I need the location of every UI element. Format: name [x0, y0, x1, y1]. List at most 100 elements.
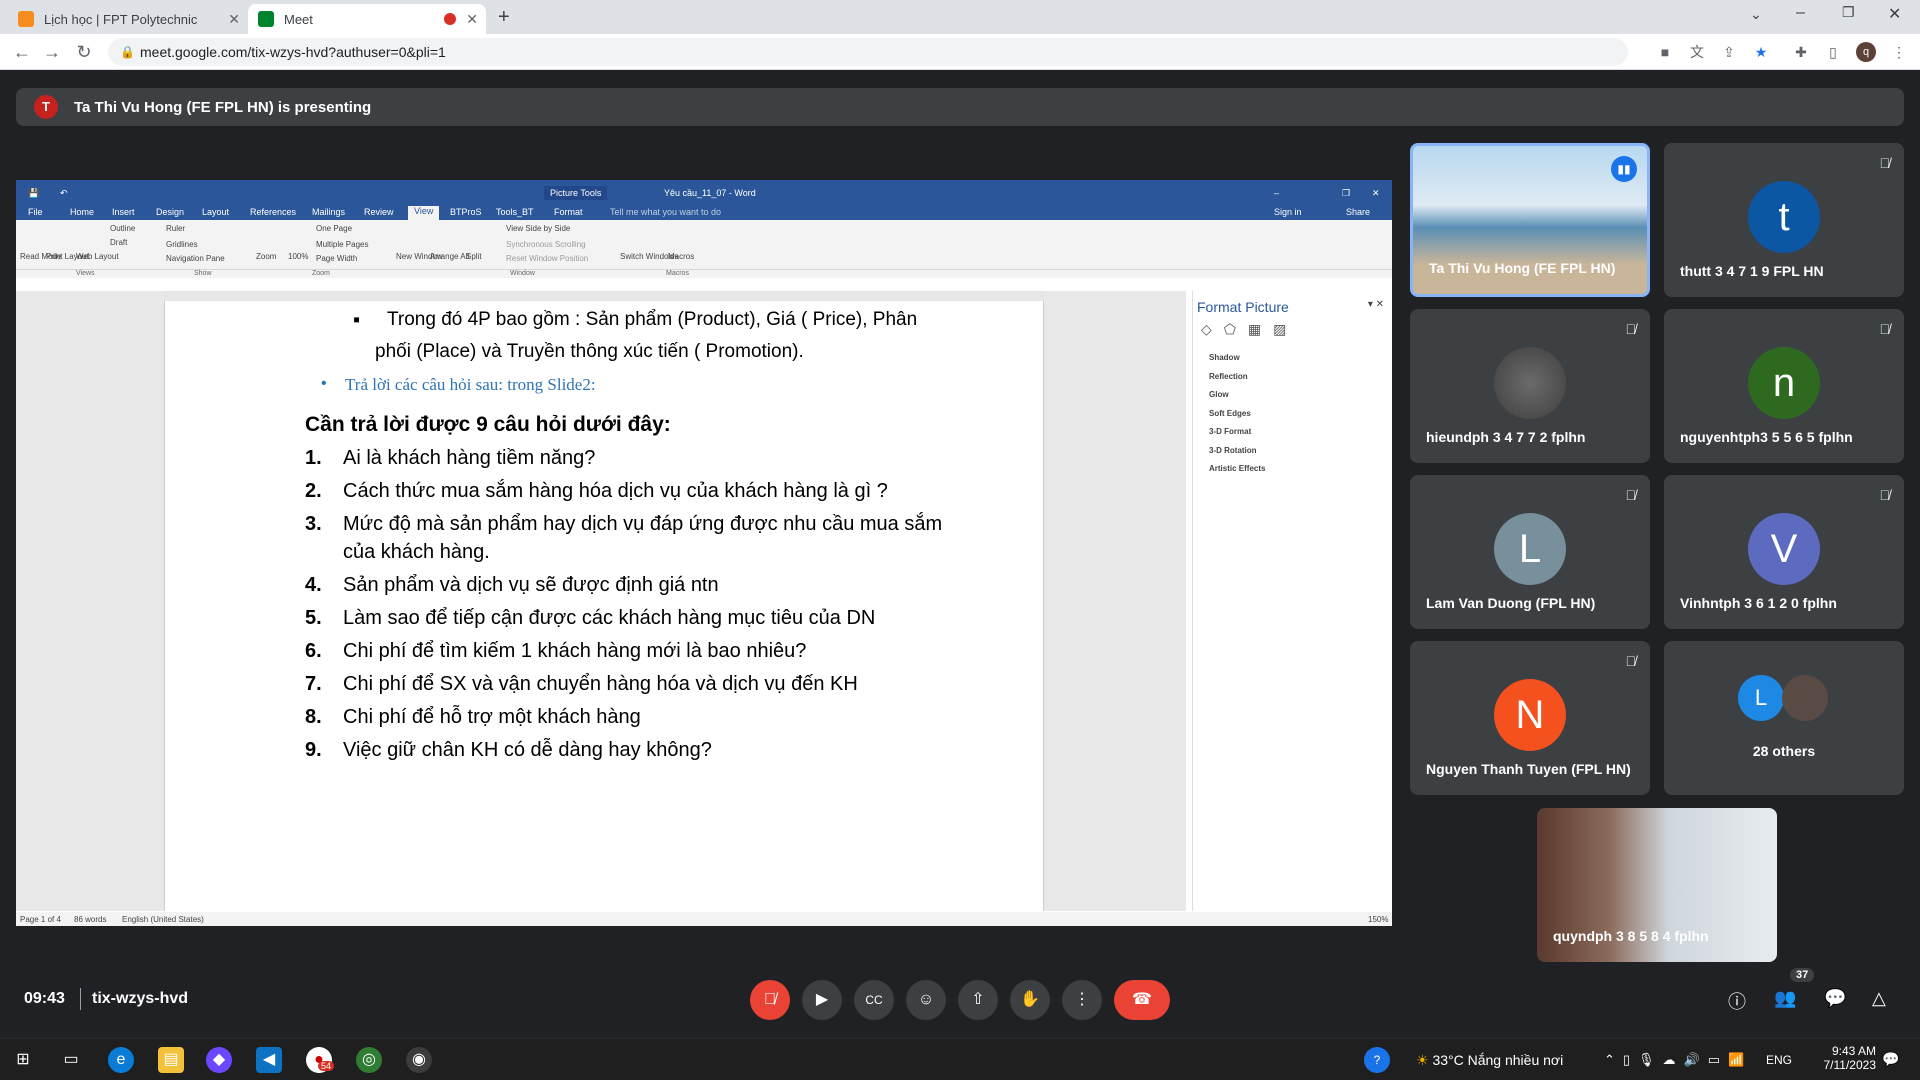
word-page-width: Page Width — [316, 254, 358, 263]
word-one-page: One Page — [316, 224, 353, 233]
windows-start-icon[interactable]: ⊞ — [10, 1047, 36, 1073]
word-tab-home: Home — [70, 207, 95, 217]
tab-lich-hoc[interactable]: Lịch học | FPT Polytechnic ✕ — [8, 4, 248, 34]
question-text: Làm sao để tiếp cận được các khách hàng … — [343, 607, 876, 629]
activities-icon[interactable]: △ — [1872, 988, 1886, 1009]
word-tab-review: Review — [364, 207, 394, 217]
edge-icon[interactable]: e — [108, 1047, 134, 1073]
new-tab-button[interactable]: + — [498, 6, 510, 29]
word-tab-design: Design — [156, 207, 185, 217]
reactions-button[interactable]: ☺ — [906, 980, 946, 1020]
participant-tile[interactable]: 🎙̸ V Vinhntph 3 6 1 2 0 fplhn — [1664, 475, 1904, 629]
format-panel-item: Artistic Effects — [1209, 464, 1266, 473]
presenter-avatar: T — [34, 95, 58, 119]
help-icon[interactable]: ? — [1364, 1047, 1390, 1073]
participant-tile-presenter[interactable]: ▮▮ Ta Thi Vu Hong (FE FPL HN) — [1410, 143, 1650, 297]
taskbar-clock[interactable]: 9:43 AM 7/11/2023 — [1812, 1044, 1877, 1072]
meeting-info-icon[interactable]: ⓘ — [1728, 988, 1746, 1014]
camera-in-use-icon[interactable]: ■ — [1656, 43, 1674, 61]
word-macros: Macros — [668, 252, 695, 261]
format-panel-item: Glow — [1209, 390, 1229, 399]
reload-button[interactable]: ↻ — [72, 40, 96, 64]
present-button[interactable]: ⇧ — [958, 980, 998, 1020]
question-text: Chi phí để SX và vận chuyển hàng hóa và … — [343, 673, 858, 695]
system-tray-icons[interactable]: ⌃▯🎙☁🔊▭📶 — [1604, 1052, 1752, 1068]
question-number: 4. — [305, 574, 322, 596]
question-number: 9. — [305, 739, 322, 761]
address-bar[interactable]: 🔒 meet.google.com/tix-wzys-hvd?authuser=… — [108, 38, 1628, 66]
tab-meet[interactable]: Meet ✕ — [248, 4, 486, 34]
share-icon[interactable]: ⇪ — [1720, 43, 1738, 61]
task-view-icon[interactable]: ▭ — [58, 1047, 84, 1073]
word-group-views: Views — [76, 270, 95, 277]
participant-name: Vinhntph 3 6 1 2 0 fplhn — [1680, 595, 1837, 611]
input-language[interactable]: ENG — [1766, 1053, 1792, 1067]
copilot-icon[interactable]: ◆ — [206, 1047, 232, 1073]
bullet-dot: • — [321, 375, 327, 392]
question-number: 5. — [305, 607, 322, 629]
word-ribbon: Read Mode Print Layout Web Layout Outlin… — [16, 220, 1392, 270]
extensions-icon[interactable]: ✚ — [1792, 43, 1810, 61]
others-tile[interactable]: L 28 others — [1664, 641, 1904, 795]
participant-name: quyndph 3 8 5 8 4 fplhn — [1553, 928, 1709, 944]
mic-off-icon: 🎙̸ — [1752, 820, 1764, 836]
participant-name: hieundph 3 4 7 7 2 fplhn — [1426, 429, 1586, 445]
doc-bullet-line1: Trong đó 4P bao gồm : Sản phẩm (Product)… — [387, 309, 918, 330]
vscode-icon[interactable]: ◀ — [256, 1047, 282, 1073]
side-panel-icon[interactable]: ▯ — [1824, 43, 1842, 61]
url-text: meet.google.com/tix-wzys-hvd?authuser=0&… — [140, 44, 446, 60]
question-number: 1. — [305, 447, 322, 469]
restore-button[interactable]: ❐ — [1842, 4, 1855, 21]
forward-button[interactable]: → — [40, 40, 64, 64]
word-reset-pos: Reset Window Position — [506, 254, 589, 263]
more-options-button[interactable]: ⋮ — [1062, 980, 1102, 1020]
mic-toggle-button[interactable]: 🎙̸ — [750, 980, 790, 1020]
self-view-tile[interactable]: 🎙̸ quyndph 3 8 5 8 4 fplhn — [1537, 808, 1777, 962]
file-explorer-icon[interactable]: ▤ — [158, 1047, 184, 1073]
chrome-profile-icon[interactable]: ◎ — [356, 1047, 382, 1073]
participant-tile[interactable]: 🎙̸ hieundph 3 4 7 7 2 fplhn — [1410, 309, 1650, 463]
doc-bullet-line1b: phối (Place) và Truyền thông xúc tiến ( … — [375, 341, 804, 362]
menu-kebab-icon[interactable]: ⋮ — [1890, 43, 1908, 61]
word-gridlines-check: Gridlines — [166, 240, 198, 249]
camera-toggle-button[interactable]: ▶ — [802, 980, 842, 1020]
sun-icon: ☀ — [1416, 1052, 1429, 1068]
notifications-icon[interactable]: 💬 — [1882, 1051, 1899, 1068]
participant-tile[interactable]: 🎙̸ n nguyenhtph3 5 5 6 5 fplhn — [1664, 309, 1904, 463]
minimize-button[interactable]: – — [1796, 4, 1805, 22]
format-panel-close-icon: ▾ ✕ — [1367, 299, 1384, 310]
participant-tile[interactable]: 🎙̸ L Lam Van Duong (FPL HN) — [1410, 475, 1650, 629]
weather-text: 33°C Nắng nhiều nơi — [1432, 1052, 1564, 1068]
people-icon[interactable]: 👥 — [1774, 988, 1796, 1009]
word-sync-scroll: Synchronous Scrolling — [506, 240, 586, 249]
word-title-bar: 💾 ↶ Picture Tools Yêu cầu_11_07 - Word –… — [16, 180, 1392, 206]
lock-icon: 🔒 — [120, 45, 135, 59]
question-text: Chi phí để hỗ trợ một khách hàng — [343, 706, 641, 728]
word-share: Share — [1346, 207, 1371, 217]
bookmark-star-icon[interactable]: ★ — [1752, 43, 1770, 61]
close-icon[interactable]: ✕ — [228, 11, 240, 28]
raise-hand-button[interactable]: ✋ — [1010, 980, 1050, 1020]
back-button[interactable]: ← — [10, 40, 34, 64]
close-window-button[interactable]: ✕ — [1888, 4, 1901, 24]
meet-favicon-icon — [258, 11, 274, 27]
leave-call-button[interactable]: ☎ — [1114, 980, 1170, 1020]
mic-off-icon: 🎙̸ — [1625, 321, 1637, 337]
tab-search-icon[interactable]: ⌄ — [1750, 6, 1762, 23]
profile-avatar[interactable]: q — [1856, 42, 1876, 62]
mic-off-icon: 🎙̸ — [1879, 321, 1891, 337]
question-number: 7. — [305, 673, 322, 695]
chat-icon[interactable]: 💬 — [1824, 988, 1846, 1009]
captions-button[interactable]: CC — [854, 980, 894, 1020]
translate-icon[interactable]: 文 — [1688, 43, 1706, 61]
tab-title: Lịch học | FPT Polytechnic — [44, 11, 198, 27]
chrome-icon[interactable]: ◉ — [406, 1047, 432, 1073]
browser-tab-strip: Lịch học | FPT Polytechnic ✕ Meet ✕ + ⌄ … — [0, 0, 1920, 34]
word-sign-in: Sign in — [1274, 207, 1302, 217]
word-draft: Draft — [110, 238, 128, 247]
close-icon[interactable]: ✕ — [466, 11, 478, 28]
participant-tile[interactable]: 🎙̸ N Nguyen Thanh Tuyen (FPL HN) — [1410, 641, 1650, 795]
weather-widget[interactable]: ☀ 33°C Nắng nhiều nơi — [1416, 1052, 1563, 1069]
word-ruler — [164, 291, 1044, 301]
participant-tile[interactable]: 🎙̸ t thutt 3 4 7 1 9 FPL HN — [1664, 143, 1904, 297]
